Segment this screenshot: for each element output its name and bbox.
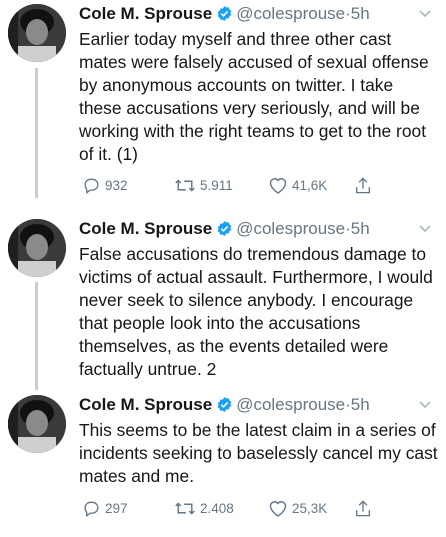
avatar[interactable] — [8, 395, 66, 453]
tweet-text: Earlier today myself and three other cas… — [79, 29, 429, 164]
retweet-icon — [175, 501, 195, 515]
timestamp[interactable]: 5h — [351, 219, 370, 238]
like-button[interactable]: 41,6K — [268, 174, 327, 196]
share-button[interactable] — [354, 497, 372, 519]
avatar[interactable] — [8, 219, 66, 277]
tweet-text: This seems to be the latest claim in a s… — [79, 420, 438, 486]
share-icon — [355, 176, 371, 193]
reply-button[interactable]: 932 — [82, 174, 128, 196]
share-button[interactable] — [354, 174, 372, 196]
heart-icon — [269, 177, 287, 194]
retweet-icon — [175, 178, 195, 192]
display-name[interactable]: Cole M. Sprouse — [79, 395, 212, 414]
display-name[interactable]: Cole M. Sprouse — [79, 4, 212, 23]
tweet[interactable]: Cole M. Sprouse @colesprouse·5h This seem… — [0, 393, 446, 533]
chevron-down-icon[interactable] — [418, 397, 432, 415]
handle[interactable]: @colesprouse — [236, 395, 345, 414]
verified-badge-icon — [216, 220, 233, 244]
avatar[interactable] — [8, 4, 66, 62]
heart-icon — [269, 500, 287, 517]
tweet-text: False accusations do tremendous damage t… — [79, 244, 433, 379]
reply-button[interactable]: 297 — [82, 497, 128, 519]
chevron-down-icon[interactable] — [418, 6, 432, 24]
timestamp[interactable]: 5h — [351, 395, 370, 414]
tweet-actions: 932 5.911 41,6K — [82, 174, 422, 196]
handle[interactable]: @colesprouse — [236, 4, 345, 23]
tweet[interactable]: Cole M. Sprouse @colesprouse·5h False acc… — [0, 217, 446, 387]
share-icon — [355, 499, 371, 516]
retweet-button[interactable]: 5.911 — [174, 174, 233, 196]
retweet-count: 5.911 — [200, 177, 233, 193]
tweet-header: Cole M. Sprouse @colesprouse·5h — [79, 217, 370, 241]
reply-icon — [84, 177, 99, 194]
display-name[interactable]: Cole M. Sprouse — [79, 219, 212, 238]
reply-count: 297 — [105, 500, 128, 516]
like-count: 25,3K — [292, 500, 328, 516]
chevron-down-icon[interactable] — [418, 221, 432, 239]
retweet-count: 2.408 — [200, 500, 234, 516]
reply-count: 932 — [105, 177, 128, 193]
retweet-button[interactable]: 2.408 — [174, 497, 234, 519]
tweet-actions: 297 2.408 25,3K — [82, 497, 422, 519]
tweet[interactable]: Cole M. Sprouse @colesprouse·5h Earlier t… — [0, 2, 446, 202]
reply-icon — [84, 500, 99, 517]
handle[interactable]: @colesprouse — [236, 219, 345, 238]
like-button[interactable]: 25,3K — [268, 497, 327, 519]
tweet-header: Cole M. Sprouse @colesprouse·5h — [79, 2, 370, 26]
verified-badge-icon — [216, 396, 233, 420]
verified-badge-icon — [216, 5, 233, 29]
tweet-header: Cole M. Sprouse @colesprouse·5h — [79, 393, 370, 417]
like-count: 41,6K — [292, 177, 328, 193]
timestamp[interactable]: 5h — [351, 4, 370, 23]
